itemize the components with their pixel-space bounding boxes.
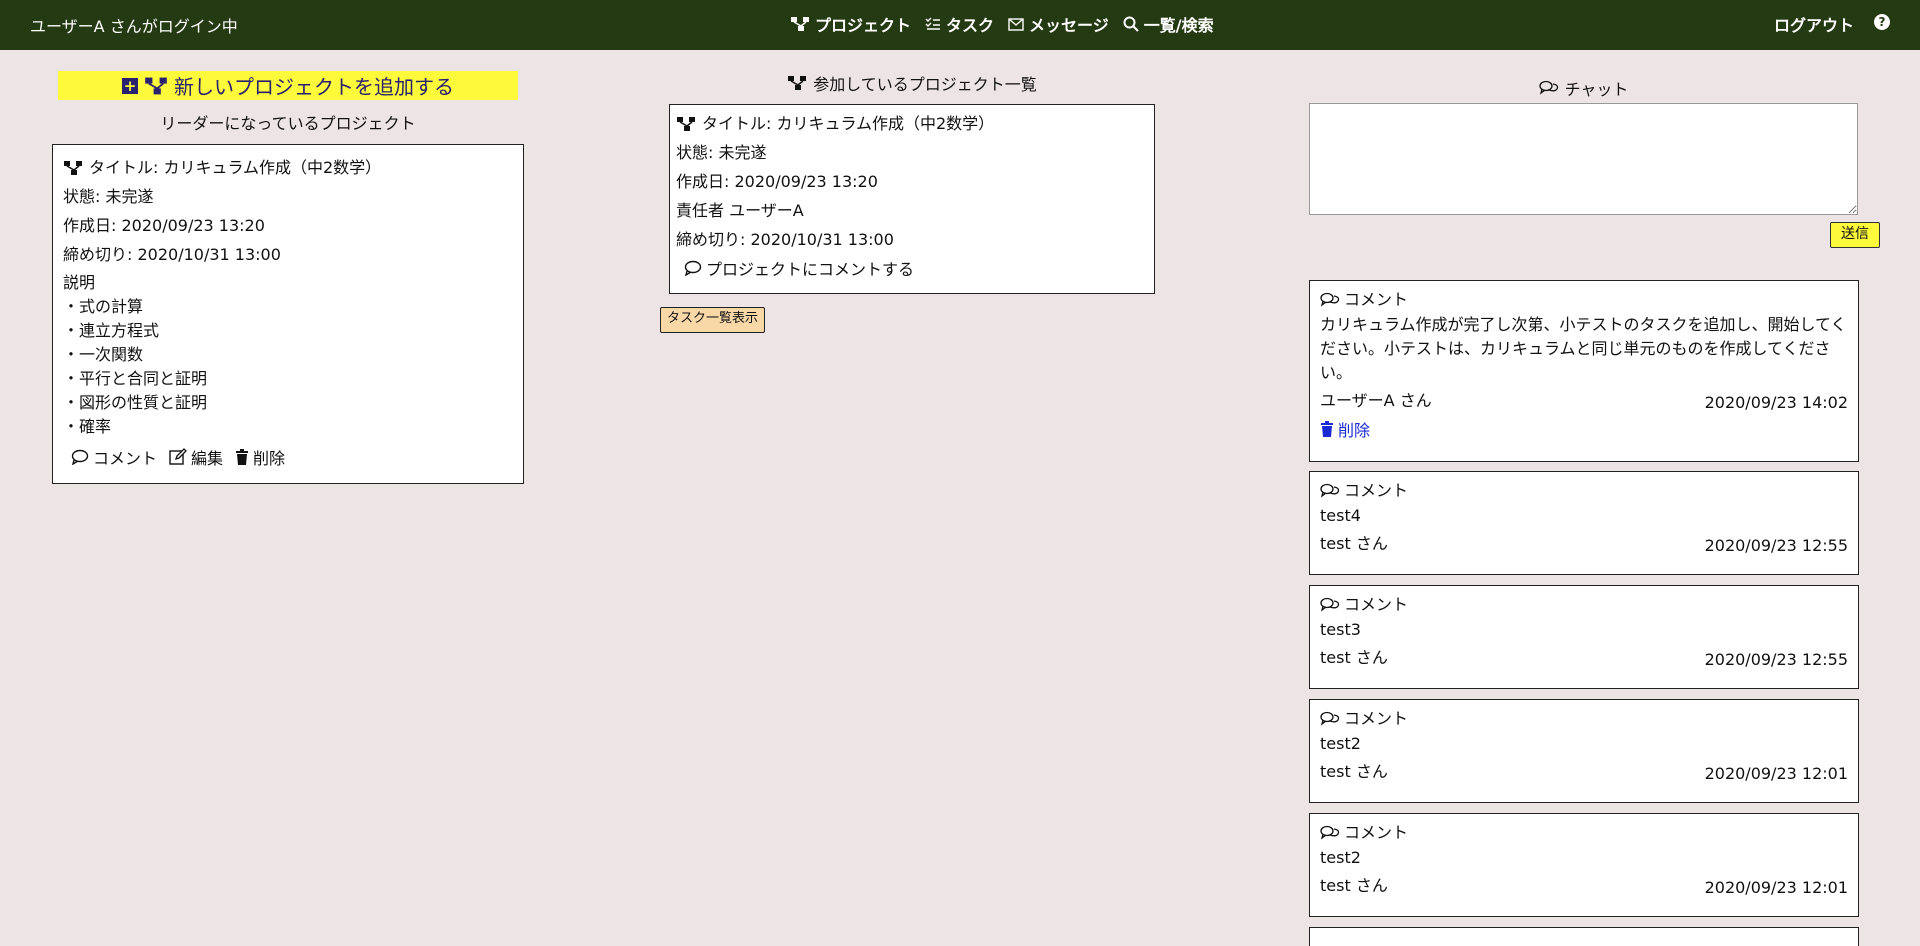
comment-user: test さん [1320,648,1388,667]
envelope-icon [1008,17,1024,31]
joined-projects-label: 参加しているプロジェクト一覧 [813,75,1037,94]
chat-bubbles-icon [1538,80,1559,96]
plus-square-icon: + [122,76,138,95]
comment-date: 2020/09/23 12:01 [1704,878,1848,897]
delete-action-label: 削除 [253,449,286,468]
speech-bubble-icon [684,260,702,276]
desc-line: ・一次関数 [63,345,144,364]
desc-line: ・図形の性質と証明 [63,393,208,412]
comment-user: test さん [1320,876,1388,895]
project-created: 作成日: 2020/09/23 13:20 [676,172,878,191]
comment-body: test4 [1320,506,1361,525]
leader-projects-title: リーダーになっているプロジェクト [160,114,416,133]
task-list-icon [925,17,941,31]
search-icon [1123,16,1139,32]
comment-action-label: コメント [93,449,158,468]
nav-projects[interactable]: プロジェクト [790,12,911,36]
comment-heading: コメント [1344,290,1409,309]
comment-date: 2020/09/23 12:55 [1704,536,1848,555]
comment-body: test3 [1320,620,1361,639]
edit-action-label: 編集 [191,449,224,468]
project-tree-icon [676,116,696,132]
project-comment-label: プロジェクトにコメントする [706,260,915,279]
comment-date: 2020/09/23 14:02 [1704,393,1848,412]
project-deadline: 締め切り: 2020/10/31 13:00 [63,245,281,264]
chat-bubbles-icon [1320,711,1340,727]
nav-tasks-label: タスク [946,16,995,35]
add-project-label: 新しいプロジェクトを追加する [174,75,454,99]
chat-bubbles-icon [1320,597,1340,613]
comment-user: test さん [1320,534,1388,553]
comment-delete-link[interactable]: 削除 [1320,417,1848,441]
joined-projects-title: 参加しているプロジェクト一覧 [669,71,1155,95]
chat-input[interactable] [1309,103,1858,215]
comment-delete-label: 削除 [1338,421,1371,440]
comment-heading: コメント [1344,709,1409,728]
logout-link[interactable]: ログアウト [1774,12,1854,36]
joined-project-card: タイトル: カリキュラム作成（中2数学） 状態: 未完遂 作成日: 2020/0… [669,104,1155,294]
comment-body: test2 [1320,848,1361,867]
nav-tasks[interactable]: タスク [925,12,994,36]
project-tree-icon [790,16,810,32]
nav-search[interactable]: 一覧/検索 [1123,12,1214,36]
nav-projects-label: プロジェクト [815,16,912,35]
comment-card: コメント test2 test さん 2020/09/23 12:01 [1309,699,1859,803]
add-project-button[interactable]: + 新しいプロジェクトを追加する [58,71,518,100]
task-list-button[interactable]: タスク一覧表示 [660,307,766,333]
comment-user: ユーザーA さん [1320,391,1432,410]
trash-icon [235,449,249,465]
desc-line: ・式の計算 [63,297,144,316]
chat-bubbles-icon [1320,292,1340,308]
project-tree-icon [787,75,807,91]
project-deadline: 締め切り: 2020/10/31 13:00 [676,230,894,249]
comment-date: 2020/09/23 12:01 [1704,764,1848,783]
comment-heading: コメント [1344,481,1409,500]
main-nav: プロジェクト タスク メッセージ 一覧/検索 [790,12,1214,36]
project-status: 状態: 未完遂 [63,187,154,206]
comment-heading: コメント [1344,595,1409,614]
comment-body: test2 [1320,734,1361,753]
chat-bubbles-icon [1320,825,1340,841]
comment-action[interactable]: コメント [71,445,157,469]
comment-body: カリキュラム作成が完了し次第、小テストのタスクを追加し、開始してください。小テス… [1320,315,1847,382]
edit-icon [169,448,187,466]
project-created: 作成日: 2020/09/23 13:20 [63,216,265,235]
desc-line: ・平行と合同と証明 [63,369,208,388]
project-owner: 責任者 ユーザーA [676,201,804,220]
top-navbar: ユーザーA さんがログイン中 プロジェクト タスク メッセージ 一覧/検索 ログ… [0,0,1920,50]
comment-date: 2020/09/23 12:55 [1704,650,1848,669]
project-title: タイトル: カリキュラム作成（中2数学） [702,114,995,133]
comment-card: コメント test2 test さん 2020/09/23 12:01 [1309,813,1859,917]
chat-title-label: チャット [1564,80,1629,99]
speech-bubble-icon [71,449,89,465]
project-actions: コメント 編集 削除 [63,445,513,469]
comment-card: コメント カリキュラム作成が完了し次第、小テストのタスクを追加し、開始してくださ… [1309,280,1859,462]
chat-title: チャット [1309,76,1858,100]
project-tree-icon [63,160,83,176]
leader-project-card: タイトル: カリキュラム作成（中2数学） 状態: 未完遂 作成日: 2020/0… [52,144,524,484]
login-status: ユーザーA さんがログイン中 [30,17,238,36]
comment-card-partial [1309,927,1859,946]
nav-search-label: 一覧/検索 [1143,16,1214,35]
delete-action[interactable]: 削除 [235,445,285,469]
chat-bubbles-icon [1320,483,1340,499]
edit-action[interactable]: 編集 [169,445,223,469]
comment-card: コメント test3 test さん 2020/09/23 12:55 [1309,585,1859,689]
send-button[interactable]: 送信 [1830,222,1880,248]
comment-user: test さん [1320,762,1388,781]
nav-messages[interactable]: メッセージ [1008,12,1109,36]
comment-heading: コメント [1344,823,1409,842]
project-desc-label: 説明 [63,273,96,292]
comment-card: コメント test4 test さん 2020/09/23 12:55 [1309,471,1859,575]
project-title: タイトル: カリキュラム作成（中2数学） [89,158,382,177]
nav-messages-label: メッセージ [1029,16,1109,35]
desc-line: ・連立方程式 [63,321,160,340]
help-icon[interactable]: ? [1874,14,1890,30]
trash-icon [1320,421,1334,437]
desc-line: ・確率 [63,417,112,436]
project-comment-link[interactable]: プロジェクトにコメントする [676,256,1148,280]
project-status: 状態: 未完遂 [676,143,767,162]
project-tree-icon [144,76,168,96]
